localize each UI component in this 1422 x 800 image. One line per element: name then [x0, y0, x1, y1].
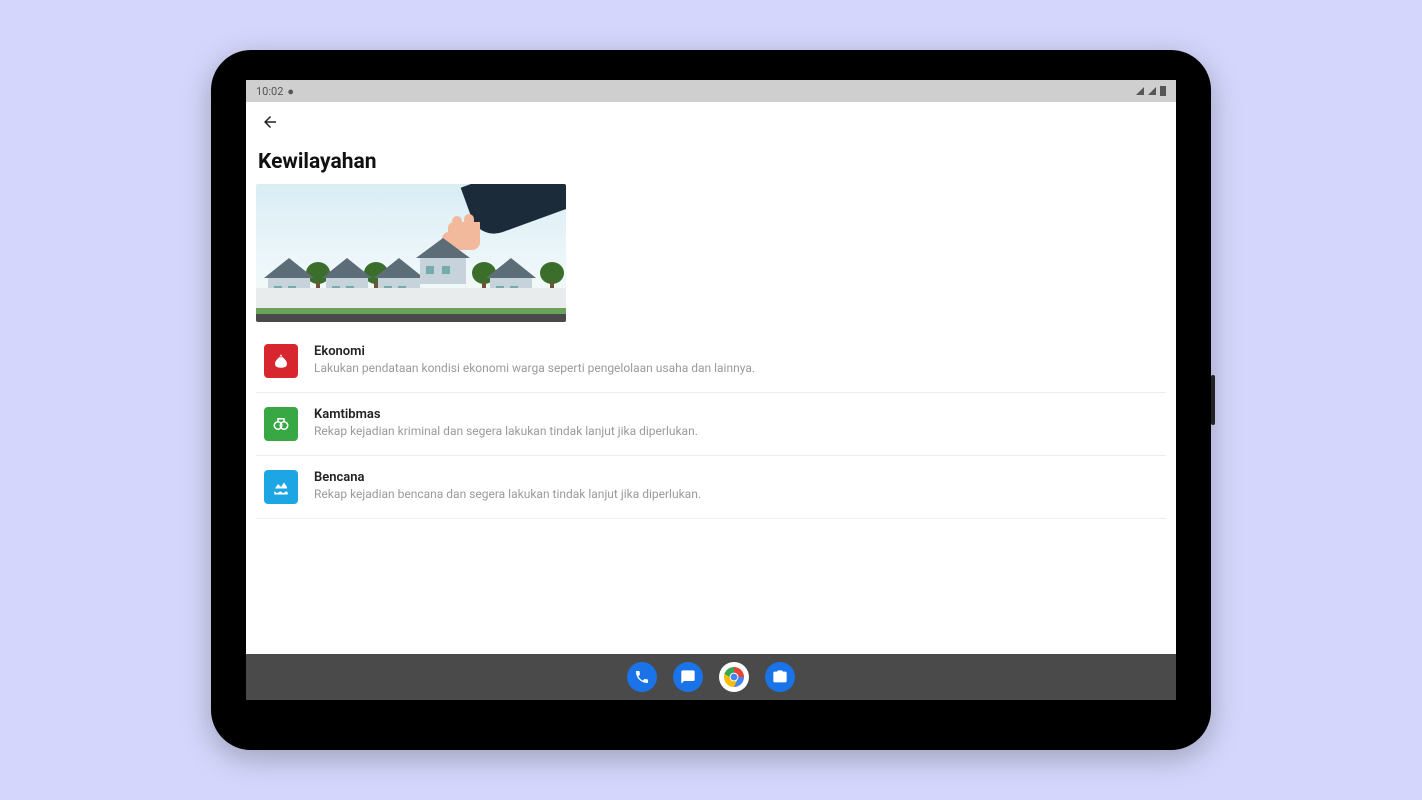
house-picked-icon [416, 238, 470, 284]
list-item-bencana[interactable]: Bencana Rekap kejadian bencana dan seger… [256, 456, 1166, 519]
list-item-ekonomi[interactable]: Ekonomi Lakukan pendataan kondisi ekonom… [256, 330, 1166, 393]
list-item-title: Ekonomi [314, 344, 1158, 359]
list-item-texts: Kamtibmas Rekap kejadian kriminal dan se… [314, 407, 1158, 440]
status-bar: 10:02 ● [246, 80, 1176, 102]
list-item-kamtibmas[interactable]: Kamtibmas Rekap kejadian kriminal dan se… [256, 393, 1166, 456]
page-title: Kewilayahan [258, 150, 1164, 174]
battery-icon [1160, 86, 1166, 96]
dock-phone-button[interactable] [627, 662, 657, 692]
list-item-desc: Rekap kejadian kriminal dan segera lakuk… [314, 424, 1158, 440]
app-bar [246, 102, 1176, 142]
list-item-texts: Ekonomi Lakukan pendataan kondisi ekonom… [314, 344, 1158, 377]
category-list: Ekonomi Lakukan pendataan kondisi ekonom… [256, 330, 1166, 519]
banner-illustration [256, 184, 566, 322]
phone-icon [634, 669, 650, 685]
list-item-title: Kamtibmas [314, 407, 1158, 422]
content-area: Kewilayahan [246, 142, 1176, 654]
nav-bar-area [246, 700, 1176, 720]
back-button[interactable] [254, 106, 286, 138]
chrome-icon [719, 662, 749, 692]
money-bag-icon [264, 344, 298, 378]
dock-messages-button[interactable] [673, 662, 703, 692]
signal-icon [1148, 87, 1156, 95]
status-dot-icon: ● [287, 85, 294, 98]
list-item-desc: Lakukan pendataan kondisi ekonomi warga … [314, 361, 1158, 377]
list-item-texts: Bencana Rekap kejadian bencana dan seger… [314, 470, 1158, 503]
arrow-left-icon [261, 113, 279, 131]
status-time: 10:02 [256, 85, 283, 98]
status-left: 10:02 ● [256, 85, 294, 98]
dock [246, 654, 1176, 700]
wifi-icon [1136, 87, 1144, 95]
camera-icon [772, 669, 788, 685]
messages-icon [680, 669, 696, 685]
list-item-title: Bencana [314, 470, 1158, 485]
flood-icon [264, 470, 298, 504]
dock-camera-button[interactable] [765, 662, 795, 692]
dock-chrome-button[interactable] [719, 662, 749, 692]
handcuff-icon [264, 407, 298, 441]
list-item-desc: Rekap kejadian bencana dan segera lakuka… [314, 487, 1158, 503]
tablet-frame: 10:02 ● Kewilayahan [211, 50, 1211, 750]
tablet-screen: 10:02 ● Kewilayahan [246, 80, 1176, 720]
status-right [1134, 86, 1166, 96]
